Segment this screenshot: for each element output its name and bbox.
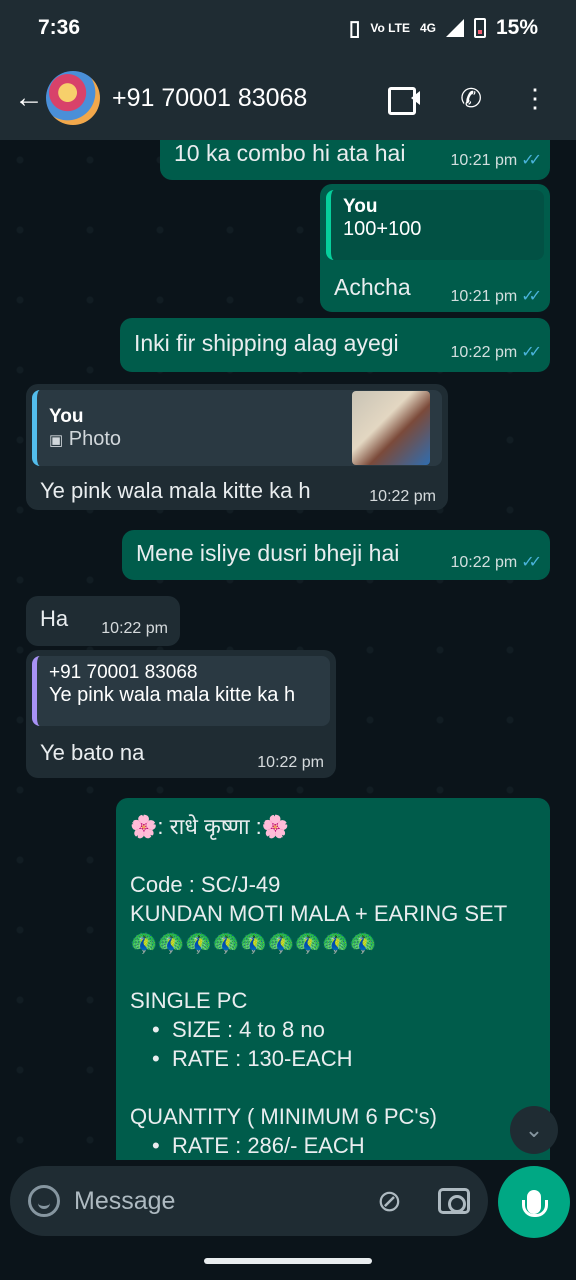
single-item: • RATE : 130-EACH (152, 1046, 353, 1071)
message-text: Ha (40, 606, 69, 631)
message-bubble-outgoing[interactable]: 10 ka combo hi ata hai 10:21 pm ✓✓ (160, 140, 550, 180)
quoted-message[interactable]: +91 70001 83068 Ye pink wala mala kitte … (32, 656, 330, 726)
scroll-to-bottom-button[interactable]: ⌄ (510, 1106, 558, 1154)
volte-label: Vo LTE (370, 21, 410, 35)
message-bubble-incoming[interactable]: Ha 10:22 pm (26, 596, 180, 646)
message-input[interactable] (74, 1186, 364, 1216)
message-text: Ye pink wala mala kitte ka h (40, 478, 311, 503)
avatar[interactable] (46, 71, 100, 125)
microphone-icon (522, 1190, 548, 1217)
camera-icon[interactable] (438, 1188, 470, 1214)
status-bar: 7:36 ▯ Vo LTE 4G 15% (0, 0, 576, 56)
message-text: Inki fir shipping alag ayegi (134, 330, 399, 356)
message-bubble-outgoing[interactable]: Inki fir shipping alag ayegi 10:22 pm ✓✓ (120, 318, 550, 372)
contact-name[interactable]: +91 70001 83068 (112, 84, 307, 113)
read-ticks-icon: ✓✓ (521, 344, 542, 361)
message-time: 10:22 pm (257, 754, 324, 771)
chat-messages[interactable]: 10 ka combo hi ata hai 10:21 pm ✓✓ You 10… (0, 140, 576, 1160)
double-chevron-down-icon: ⌄ (524, 1117, 544, 1142)
read-ticks-icon: ✓✓ (521, 554, 542, 571)
single-pc-title: SINGLE PC (130, 988, 248, 1013)
quote-text: 100+100 (343, 218, 422, 240)
battery-percent: 15% (495, 16, 538, 39)
quoted-message[interactable]: You 100+100 (326, 190, 544, 260)
status-indicators: ▯ Vo LTE 4G 15% (349, 16, 538, 41)
quote-author: +91 70001 83068 (49, 662, 198, 683)
phone-icon[interactable]: ✆ (460, 83, 482, 114)
emoji-icon[interactable] (28, 1185, 60, 1217)
product-name: KUNDAN MOTI MALA + EARING SET (130, 901, 508, 926)
video-camera-icon[interactable] (388, 87, 421, 115)
paperclip-icon[interactable]: ⊘ (377, 1184, 402, 1219)
voice-message-button[interactable] (498, 1166, 570, 1238)
single-item: • SIZE : 4 to 8 no (152, 1017, 325, 1042)
chat-header: ← +91 70001 83068 ✆ ⋮ (0, 56, 576, 140)
quote-author: You (49, 405, 84, 427)
message-text: Ye bato na (40, 740, 145, 765)
status-time: 7:36 (38, 16, 81, 39)
header-actions: ✆ ⋮ (388, 83, 562, 115)
quoted-message[interactable]: You ▣ Photo (32, 390, 442, 466)
quantity-item: • RATE : 286/- EACH (152, 1133, 365, 1158)
message-bubble-outgoing[interactable]: You 100+100 Achcha 10:21 pm ✓✓ (320, 184, 550, 312)
peacock-emoji-row: 🦚🦚🦚🦚🦚🦚🦚🦚🦚 (130, 930, 377, 955)
message-text: 10 ka combo hi ata hai (174, 140, 406, 166)
message-bubble-incoming[interactable]: +91 70001 83068 Ye pink wala mala kitte … (26, 650, 336, 778)
quantity-title: QUANTITY ( MINIMUM 6 PC's) (130, 1104, 437, 1129)
network-label: 4G (419, 21, 436, 35)
message-time: 10:22 pm ✓✓ (450, 344, 542, 361)
message-time: 10:22 pm ✓✓ (450, 554, 542, 571)
quote-text: Ye pink wala mala kitte ka h (49, 684, 296, 706)
message-bubble-outgoing[interactable]: Mene isliye dusri bheji hai 10:22 pm ✓✓ (122, 530, 550, 580)
message-text: Achcha (334, 274, 411, 300)
message-time: 10:21 pm ✓✓ (450, 152, 542, 169)
message-bubble-incoming[interactable]: You ▣ Photo Ye pink wala mala kitte ka h… (26, 384, 448, 510)
message-text: Mene isliye dusri bheji hai (136, 540, 400, 566)
signal-icon (445, 19, 464, 37)
read-ticks-icon: ✓✓ (521, 288, 542, 305)
photo-icon: ▣ (49, 431, 64, 449)
quote-author: You (343, 196, 378, 217)
message-time: 10:22 pm (369, 488, 436, 505)
message-composer: ⊘ (10, 1166, 488, 1236)
arrow-left-icon[interactable]: ← (14, 81, 44, 115)
home-indicator[interactable] (204, 1258, 372, 1264)
photo-thumbnail[interactable] (352, 391, 430, 465)
message-time: 10:22 pm (101, 620, 168, 637)
quote-text: ▣ Photo (49, 427, 122, 450)
greeting-line: 🌸: राधे कृष्णा :🌸 (130, 814, 290, 839)
product-code: Code : SC/J-49 (130, 872, 281, 897)
read-ticks-icon: ✓✓ (521, 152, 542, 169)
product-message-bubble[interactable]: 🌸: राधे कृष्णा :🌸 Code : SC/J-49 KUNDAN … (116, 798, 550, 1160)
more-vertical-icon[interactable]: ⋮ (522, 83, 548, 114)
battery-icon (473, 18, 486, 38)
message-time: 10:21 pm ✓✓ (450, 288, 542, 305)
vibrate-icon: ▯ (348, 16, 361, 40)
